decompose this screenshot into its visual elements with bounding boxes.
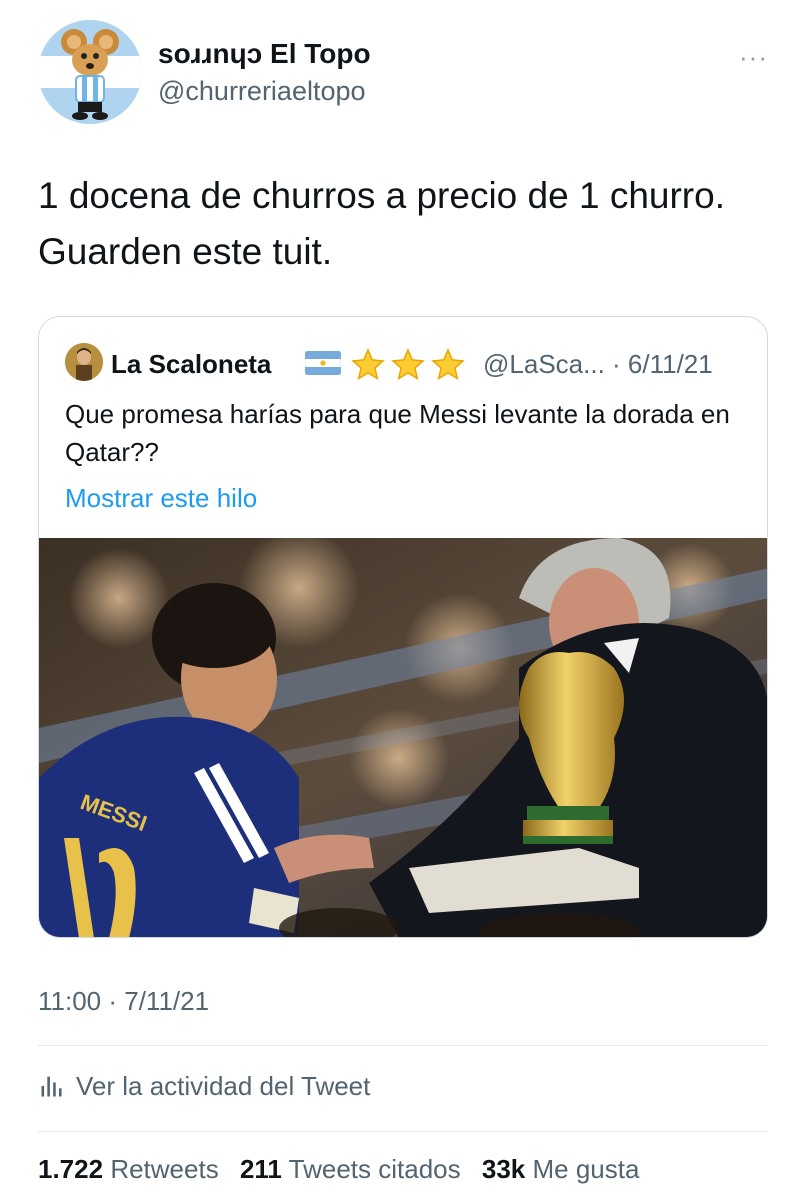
quoted-tweet-header: La Scaloneta @LaSca... · 6/11/21 [65,343,745,383]
star-icon [391,348,425,381]
quote-tweets-stat[interactable]: 211 Tweets citados [240,1154,461,1184]
tweet-timestamp[interactable]: 11:00 · 7/11/21 [38,986,209,1017]
quoted-author-name[interactable]: La Scaloneta [111,349,271,380]
quoted-tweet-image[interactable]: MESSI [39,528,767,937]
view-activity-label: Ver la actividad del Tweet [76,1070,371,1101]
divider [38,1045,768,1046]
author-handle[interactable]: @churreriaeltopo [158,76,366,107]
divider [38,1131,768,1132]
messi-world-cup-trophy-photo: MESSI [39,528,767,937]
likes-count: 33k [481,1154,526,1184]
quote-tweets-count: 211 [239,1154,282,1184]
star-icon [351,348,385,381]
show-thread-link[interactable]: Mostrar este hilo [65,483,257,514]
tweet-header: soɹɹnɥɔ El Topo @churreriaeltopo ··· [38,20,768,124]
retweets-count: 1.722 [38,1154,104,1184]
view-activity-button[interactable]: Ver la actividad del Tweet [38,1068,370,1104]
person-avatar-icon [65,343,103,381]
author-display-name[interactable]: soɹɹnɥɔ El Topo [158,38,371,70]
likes-stat[interactable]: 33k Me gusta [482,1154,640,1184]
likes-label: Me gusta [532,1154,640,1184]
more-options-icon[interactable]: ··· [739,42,768,73]
quoted-author-avatar[interactable] [65,343,103,381]
retweets-stat[interactable]: 1.722 Retweets [38,1154,219,1184]
cartoon-mouse-avatar-icon [38,20,142,124]
quoted-tweet-card[interactable]: La Scaloneta @LaSca... · 6/11/21 Que pro… [38,316,768,938]
argentina-flag-icon [305,351,341,375]
quoted-tweet-text: Que promesa harías para que Messi levant… [65,399,730,467]
stars-group [349,347,467,383]
retweets-label: Retweets [110,1154,219,1184]
star-icon [431,348,465,381]
tweet-stats: 1.722 Retweets 211 Tweets citados 33k Me… [38,1154,653,1185]
quoted-handle-date[interactable]: @LaSca... · 6/11/21 [483,349,713,380]
tweet-text: 1 docena de churros a precio de 1 churro… [38,175,725,272]
quote-tweets-label: Tweets citados [288,1154,461,1184]
analytics-bars-icon [41,1076,62,1097]
author-avatar[interactable] [38,20,142,124]
